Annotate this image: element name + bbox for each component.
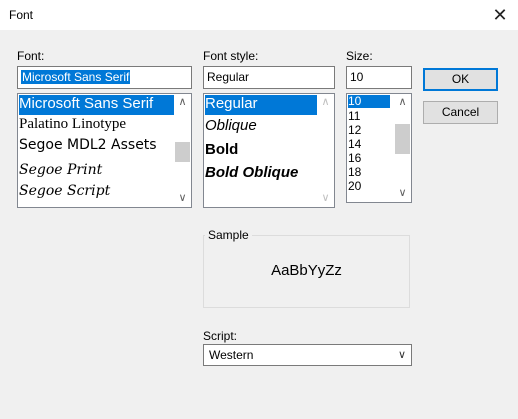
size-item-14[interactable]: 14	[348, 138, 361, 151]
size-item-11[interactable]: 11	[348, 110, 360, 123]
font-list-item-microsoft-sans-serif[interactable]: Microsoft Sans Serif	[19, 95, 174, 115]
scroll-down-icon[interactable]: ∨	[174, 190, 191, 207]
font-name-value: Microsoft Sans Serif	[21, 70, 131, 84]
size-input[interactable]: 10	[346, 66, 412, 89]
font-list[interactable]: Microsoft Sans Serif Palatino Linotype S…	[17, 93, 192, 208]
script-select[interactable]: Western ∨	[203, 344, 412, 366]
font-style-scrollbar[interactable]: ∧ ∨	[317, 94, 334, 207]
sample-text: AaBbYyZz	[271, 262, 342, 279]
font-list-item-segoe-print[interactable]: Segoe Print	[19, 162, 102, 178]
dialog-title: Font	[9, 8, 34, 22]
scroll-down-icon[interactable]: ∨	[317, 190, 334, 207]
font-style-label: Font style:	[203, 49, 259, 63]
size-value: 10	[350, 70, 364, 84]
font-name-input[interactable]: Microsoft Sans Serif	[17, 66, 192, 89]
size-item-12[interactable]: 12	[348, 124, 361, 137]
font-list-scrollbar[interactable]: ∧ ∨	[174, 94, 191, 207]
scroll-down-icon[interactable]: ∨	[394, 185, 411, 202]
scroll-up-icon[interactable]: ∧	[174, 94, 191, 111]
font-style-item-oblique[interactable]: Oblique	[205, 117, 257, 134]
font-label: Font:	[17, 49, 45, 63]
size-item-16[interactable]: 16	[348, 152, 361, 165]
font-style-item-regular[interactable]: Regular	[205, 95, 317, 115]
title-bar	[0, 0, 518, 30]
size-item-18[interactable]: 18	[348, 166, 361, 179]
sample-label: Sample	[205, 228, 252, 242]
size-item-10[interactable]: 10	[348, 95, 390, 108]
font-style-value: Regular	[207, 70, 250, 84]
font-list-item-segoe-mdl2-assets[interactable]: Segoe MDL2 Assets	[19, 137, 157, 153]
chevron-down-icon[interactable]: ∨	[398, 348, 406, 361]
scroll-up-icon[interactable]: ∧	[317, 94, 334, 111]
scrollbar-thumb[interactable]	[395, 124, 410, 154]
font-list-item-segoe-script[interactable]: Segoe Script	[19, 183, 110, 199]
script-value: Western	[209, 348, 254, 362]
font-style-list[interactable]: Regular Oblique Bold Bold Oblique ∧ ∨	[203, 93, 335, 208]
size-label: Size:	[346, 49, 373, 63]
font-style-item-bold[interactable]: Bold	[205, 141, 238, 158]
font-list-item-palatino-linotype[interactable]: Palatino Linotype	[19, 116, 126, 133]
cancel-button[interactable]: Cancel	[423, 101, 498, 124]
ok-button[interactable]: OK	[423, 68, 498, 91]
font-style-input[interactable]: Regular	[203, 66, 335, 89]
size-list-scrollbar[interactable]: ∧ ∨	[394, 94, 411, 202]
size-item-20[interactable]: 20	[348, 180, 361, 193]
scrollbar-thumb[interactable]	[175, 142, 190, 162]
scroll-up-icon[interactable]: ∧	[394, 94, 411, 111]
close-icon[interactable]: ✕	[488, 4, 512, 26]
font-style-item-bold-oblique[interactable]: Bold Oblique	[205, 164, 298, 181]
size-list[interactable]: 10 11 12 14 16 18 20 ∧ ∨	[346, 93, 412, 203]
script-label: Script:	[203, 329, 238, 343]
